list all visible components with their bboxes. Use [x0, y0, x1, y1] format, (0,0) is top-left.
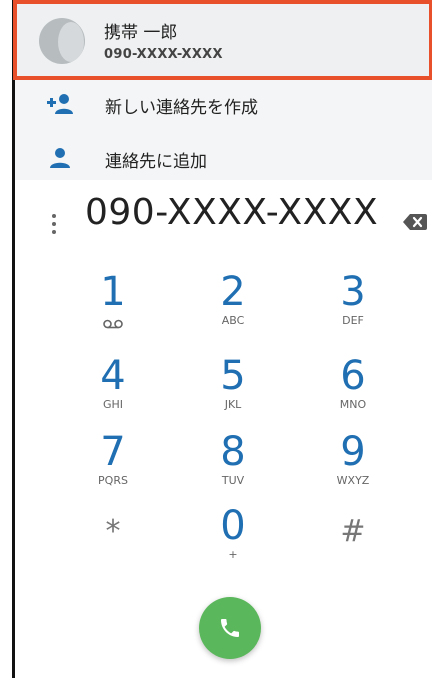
number-display: 090-XXXX-XXXX [15, 180, 432, 260]
key-4[interactable]: 4 GHI [63, 354, 163, 428]
add-to-contact-label: 連絡先に追加 [105, 152, 207, 172]
dialed-number[interactable]: 090-XXXX-XXXX [85, 192, 378, 233]
contact-name: 携帯 一郎 [104, 23, 178, 43]
key-digit: 2 [220, 269, 246, 315]
add-person-icon [47, 94, 73, 114]
key-digit: 3 [340, 269, 366, 315]
key-digit: # [340, 514, 366, 549]
phone-icon [221, 619, 239, 637]
key-digit: 9 [340, 429, 366, 475]
key-1[interactable]: 1 [63, 270, 163, 344]
key-digit: 6 [340, 353, 366, 399]
key-letters: MNO [339, 398, 367, 411]
key-letters: WXYZ [336, 474, 370, 487]
contact-suggestion[interactable]: 携帯 一郎 090-XXXX-XXXX [13, 0, 432, 80]
key-letters: + [228, 548, 238, 561]
key-letters: TUV [221, 474, 245, 487]
key-letters: DEF [342, 314, 364, 327]
dialer-screen: 携帯 一郎 090-XXXX-XXXX 新しい連絡先を作成 連絡先に追加 090… [0, 0, 432, 678]
key-letters: JKL [224, 398, 242, 411]
key-9[interactable]: 9 WXYZ [303, 430, 403, 504]
key-digit: 4 [100, 353, 126, 399]
key-0[interactable]: 0 + [183, 504, 283, 578]
voicemail-icon [103, 319, 123, 329]
key-letters: ABC [221, 314, 245, 327]
call-button[interactable] [199, 597, 261, 659]
key-2[interactable]: 2 ABC [183, 270, 283, 344]
key-8[interactable]: 8 TUV [183, 430, 283, 504]
key-3[interactable]: 3 DEF [303, 270, 403, 344]
key-7[interactable]: 7 PQRS [63, 430, 163, 504]
key-digit: 8 [220, 429, 246, 475]
key-star[interactable]: * [63, 510, 163, 584]
create-contact-button[interactable]: 新しい連絡先を作成 [15, 80, 432, 134]
more-options-icon[interactable] [51, 214, 57, 234]
key-digit: 0 [220, 503, 246, 549]
person-icon [50, 148, 70, 168]
key-5[interactable]: 5 JKL [183, 354, 283, 428]
add-to-contact-button[interactable]: 連絡先に追加 [15, 134, 432, 180]
key-letters: PQRS [98, 474, 128, 487]
key-hash[interactable]: # [303, 510, 403, 584]
key-letters: GHI [102, 398, 124, 411]
key-digit: * [105, 514, 121, 549]
avatar [39, 18, 85, 64]
contact-number: 090-XXXX-XXXX [104, 47, 223, 62]
key-digit: 5 [220, 353, 246, 399]
key-digit: 1 [100, 269, 126, 315]
key-digit: 7 [100, 429, 126, 475]
key-6[interactable]: 6 MNO [303, 354, 403, 428]
create-contact-label: 新しい連絡先を作成 [105, 98, 258, 118]
backspace-icon[interactable] [403, 212, 427, 232]
